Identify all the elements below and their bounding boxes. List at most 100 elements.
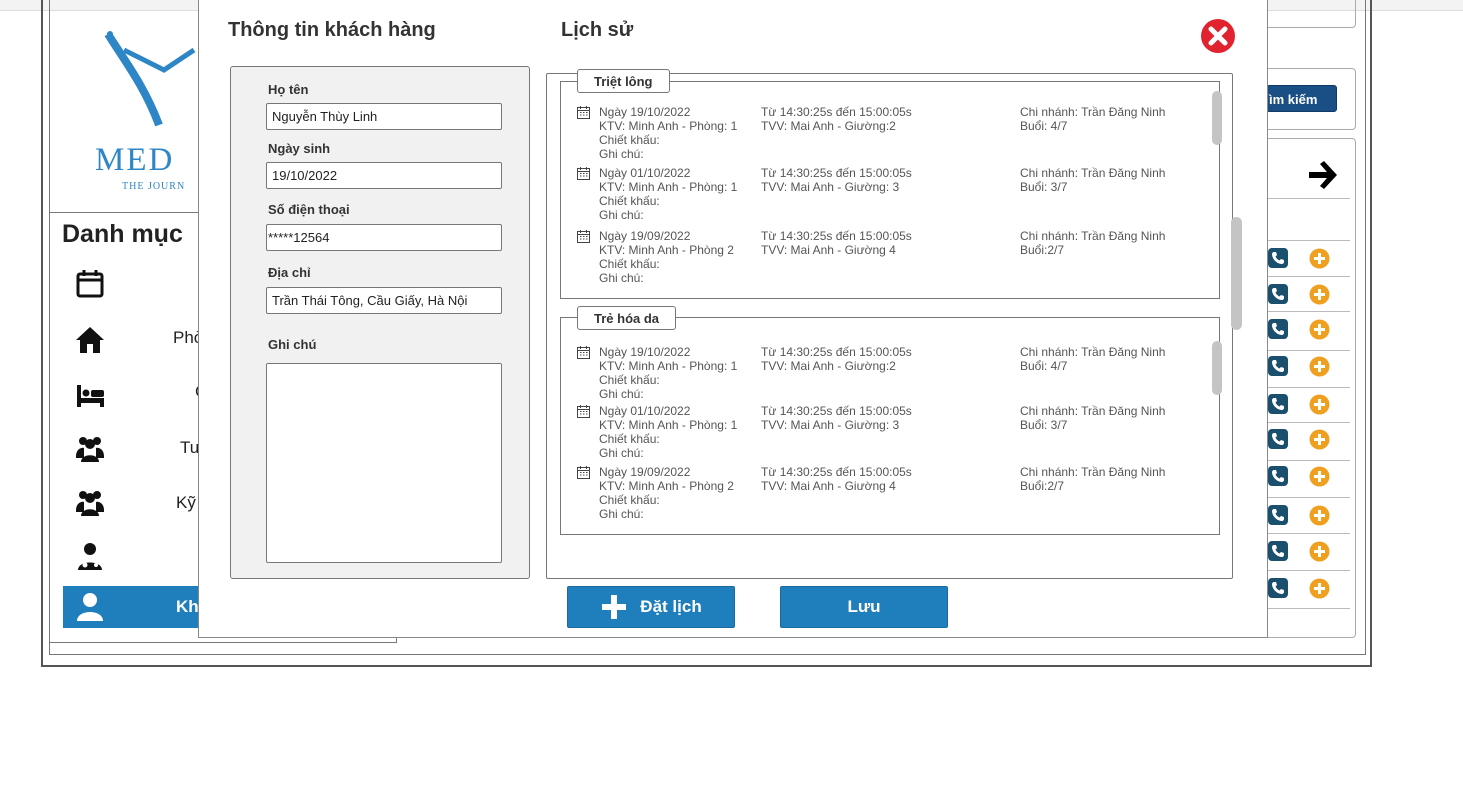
- entry-session: Buổi:2/7: [1020, 243, 1065, 257]
- home-icon[interactable]: [74, 324, 106, 356]
- phone-icon[interactable]: [1268, 466, 1288, 486]
- add-icon[interactable]: [1309, 319, 1330, 340]
- phone-icon[interactable]: [1268, 356, 1288, 376]
- entry-discount: Chiết khấu:: [599, 373, 660, 387]
- calendar-icon: [577, 405, 590, 418]
- add-icon[interactable]: [1309, 578, 1330, 599]
- entry-time: Từ 14:30:25s đến 15:00:05s: [761, 404, 912, 418]
- address-field[interactable]: [266, 287, 502, 314]
- entry-time: Từ 14:30:25s đến 15:00:05s: [761, 166, 912, 180]
- entry-tvv: TVV: Mai Anh - Giường 4: [761, 243, 896, 257]
- phone-icon[interactable]: [1268, 541, 1288, 561]
- calendar-icon: [577, 167, 590, 180]
- entry-tvv: TVV: Mai Anh - Giường: 3: [761, 418, 900, 432]
- group-scrollbar[interactable]: [1212, 341, 1222, 395]
- divider: [1266, 198, 1350, 199]
- group-scrollbar[interactable]: [1212, 91, 1222, 145]
- entry-branch: Chi nhánh: Trần Đăng Ninh: [1020, 345, 1166, 359]
- name-label: Họ tên: [268, 82, 309, 97]
- add-icon[interactable]: [1309, 466, 1330, 487]
- divider: [1266, 608, 1350, 609]
- logo-tagline: THE JOURN: [122, 181, 186, 192]
- book-button[interactable]: Đặt lịch: [567, 586, 735, 628]
- entry-ktv: KTV: Minh Anh - Phòng: 1: [599, 418, 738, 432]
- doctor-icon[interactable]: [74, 540, 106, 572]
- plus-icon: [602, 595, 627, 619]
- entry-discount: Chiết khấu:: [599, 133, 660, 147]
- entry-date: Ngày 19/09/2022: [599, 229, 691, 243]
- calendar-icon[interactable]: [74, 268, 106, 300]
- calendar-icon: [577, 230, 590, 243]
- history-scrollbar[interactable]: [1231, 217, 1242, 330]
- entry-tvv: TVV: Mai Anh - Giường:2: [761, 359, 896, 373]
- save-button-label: Lưu: [847, 597, 881, 616]
- entry-note: Ghi chú:: [599, 271, 644, 285]
- arrow-right-icon[interactable]: [1305, 157, 1341, 193]
- phone-icon[interactable]: [1268, 578, 1288, 598]
- entry-date: Ngày 01/10/2022: [599, 166, 691, 180]
- divider: [1266, 387, 1350, 388]
- add-icon[interactable]: [1309, 356, 1330, 377]
- add-icon[interactable]: [1309, 284, 1330, 305]
- entry-branch: Chi nhánh: Trần Đăng Ninh: [1020, 404, 1166, 418]
- group-title: Trẻ hóa da: [577, 306, 677, 330]
- entry-session: Buổi: 3/7: [1020, 418, 1068, 432]
- entry-discount: Chiết khấu:: [599, 493, 660, 507]
- add-icon[interactable]: [1309, 248, 1330, 269]
- entry-note: Ghi chú:: [599, 387, 644, 401]
- add-icon[interactable]: [1309, 429, 1330, 450]
- note-label: Ghi chú: [268, 337, 317, 352]
- phone-icon[interactable]: [1268, 429, 1288, 449]
- entry-branch: Chi nhánh: Trần Đăng Ninh: [1020, 465, 1166, 479]
- name-field[interactable]: [266, 103, 502, 130]
- dob-field[interactable]: [266, 162, 502, 189]
- entry-branch: Chi nhánh: Trần Đăng Ninh: [1020, 105, 1166, 119]
- add-icon[interactable]: [1309, 541, 1330, 562]
- entry-time: Từ 14:30:25s đến 15:00:05s: [761, 345, 912, 359]
- entry-ktv: KTV: Minh Anh - Phòng: 1: [599, 359, 738, 373]
- entry-note: Ghi chú:: [599, 446, 644, 460]
- sidebar-item-label[interactable]: Tu: [180, 438, 199, 458]
- book-button-label: Đặt lịch: [640, 597, 702, 616]
- phone-field[interactable]: [266, 224, 502, 251]
- entry-tvv: TVV: Mai Anh - Giường 4: [761, 479, 896, 493]
- add-icon[interactable]: [1309, 505, 1330, 526]
- entry-time: Từ 14:30:25s đến 15:00:05s: [761, 465, 912, 479]
- divider: [1266, 311, 1350, 312]
- divider: [1266, 422, 1350, 423]
- divider: [1266, 570, 1350, 571]
- phone-icon[interactable]: [1268, 284, 1288, 304]
- sidebar-heading: Danh mục: [62, 220, 183, 248]
- sidebar-item-label[interactable]: Kỹ: [176, 493, 196, 513]
- entry-session: Buổi:2/7: [1020, 479, 1065, 493]
- phone-icon[interactable]: [1268, 319, 1288, 339]
- logo-text: MED: [95, 142, 175, 178]
- phone-icon[interactable]: [1268, 505, 1288, 525]
- list-panel: [1265, 138, 1356, 638]
- entry-note: Ghi chú:: [599, 507, 644, 521]
- users-icon[interactable]: [74, 432, 106, 464]
- entry-discount: Chiết khấu:: [599, 194, 660, 208]
- search-button[interactable]: ìm kiếm: [1266, 85, 1337, 112]
- entry-time: Từ 14:30:25s đến 15:00:05s: [761, 229, 912, 243]
- user-icon[interactable]: [74, 590, 106, 622]
- divider: [1266, 460, 1350, 461]
- history-title: Lịch sử: [561, 19, 634, 41]
- background-panel: [1265, 0, 1356, 28]
- save-button[interactable]: Lưu: [780, 586, 948, 628]
- phone-icon[interactable]: [1268, 248, 1288, 268]
- dob-label: Ngày sinh: [268, 141, 331, 156]
- entry-session: Buổi: 4/7: [1020, 119, 1068, 133]
- entry-branch: Chi nhánh: Trần Đăng Ninh: [1020, 229, 1166, 243]
- add-icon[interactable]: [1309, 394, 1330, 415]
- customer-info-title: Thông tin khách hàng: [228, 19, 436, 41]
- sidebar-item-label[interactable]: Kh: [176, 597, 199, 617]
- divider: [1266, 240, 1350, 241]
- note-field[interactable]: [266, 363, 502, 563]
- entry-session: Buổi: 3/7: [1020, 180, 1068, 194]
- close-icon[interactable]: [1200, 18, 1236, 54]
- phone-icon[interactable]: [1268, 394, 1288, 414]
- users-icon[interactable]: [74, 486, 106, 518]
- entry-ktv: KTV: Minh Anh - Phòng 2: [599, 479, 734, 493]
- bed-icon[interactable]: [74, 380, 106, 412]
